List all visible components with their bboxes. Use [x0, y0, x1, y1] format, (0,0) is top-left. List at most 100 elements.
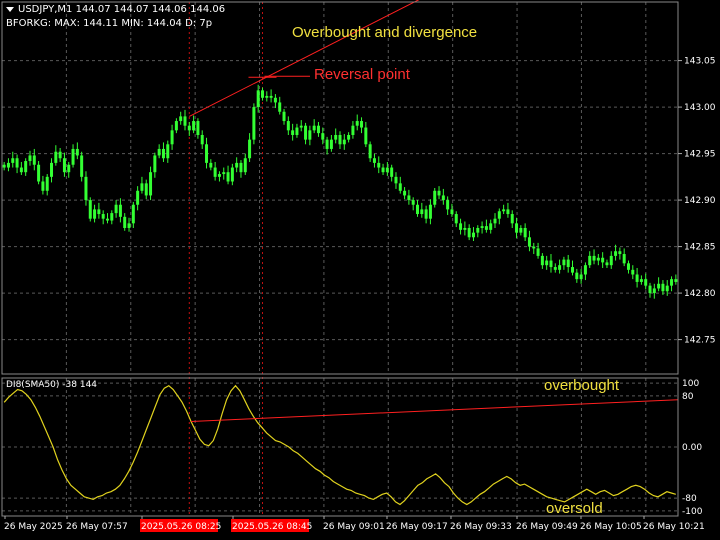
candle-body — [571, 267, 575, 273]
candle-body — [205, 144, 209, 163]
price-tick-label: 143.00 — [684, 103, 716, 113]
candle-body — [614, 251, 618, 256]
candle-body — [674, 279, 678, 282]
candle-body — [6, 162, 10, 168]
candle-body — [312, 125, 316, 131]
candle-body — [416, 204, 420, 215]
candle-body — [648, 285, 652, 294]
candle-body — [355, 121, 359, 126]
candle-body — [179, 116, 183, 122]
candle-body — [329, 139, 333, 149]
candle-body — [549, 260, 553, 268]
candle-body — [480, 226, 484, 228]
candle-body — [398, 183, 402, 191]
candle-body — [536, 248, 540, 256]
candle-body — [665, 285, 669, 292]
candle-body — [467, 227, 471, 238]
candle-body — [71, 148, 75, 165]
price-tick-label: 143.05 — [684, 57, 716, 67]
candle-body — [433, 190, 437, 205]
candle-body — [196, 121, 200, 135]
candle-body — [37, 164, 41, 182]
candle-body — [15, 158, 19, 168]
indicator-trend-line — [190, 399, 679, 422]
candle-body — [161, 148, 165, 159]
candle-body — [558, 265, 562, 270]
annotation-divergence: Overbought and divergence — [292, 24, 478, 41]
candle-body — [506, 209, 510, 215]
indicator-tick-label: -100 — [682, 507, 703, 517]
indicator-header: BFORKG: MAX: 144.11 MIN: 144.04 D: 7p — [6, 18, 213, 29]
price-trend-line — [189, 0, 420, 117]
candle-body — [170, 130, 174, 145]
candle-body — [226, 172, 230, 182]
candle-body — [476, 227, 480, 233]
candle-body — [127, 223, 131, 228]
candle-body — [282, 111, 286, 122]
candle-body — [248, 139, 252, 159]
candle-body — [32, 155, 36, 165]
candle-body — [58, 151, 62, 159]
candle-body — [183, 116, 187, 126]
candle-body — [308, 130, 312, 140]
time-tick-label: 26 May 10:05 — [580, 522, 642, 532]
candle-body — [540, 255, 544, 266]
candle-body — [368, 144, 372, 159]
candle-body — [110, 213, 114, 221]
candle-body — [583, 265, 587, 275]
candle-body — [463, 227, 467, 230]
candle-body — [295, 127, 299, 135]
price-tick-label: 142.80 — [684, 289, 716, 299]
candle-body — [575, 272, 579, 280]
candle-body — [2, 164, 6, 168]
candle-body — [316, 125, 320, 134]
candle-body — [622, 254, 626, 264]
symbol-header: USDJPY,M1 144.07 144.07 144.06 144.06 — [6, 4, 225, 15]
annotation-overbought: overbought — [544, 377, 620, 394]
candle-body — [411, 200, 415, 205]
candle-body — [105, 218, 109, 221]
candle-body — [420, 209, 424, 215]
candle-body — [484, 226, 488, 230]
time-tick-label: 26 May 09:33 — [450, 522, 512, 532]
candle-body — [562, 259, 566, 266]
annotation-reversal: Reversal point — [314, 66, 410, 83]
candle-body — [93, 209, 97, 219]
candle-body — [403, 190, 407, 196]
candle-body — [166, 144, 170, 159]
candles — [2, 84, 678, 299]
candle-body — [153, 155, 157, 173]
candle-body — [334, 134, 338, 140]
price-panel-frame — [1, 1, 679, 375]
candle-body — [123, 216, 127, 228]
candle-body — [291, 130, 295, 135]
candle-body — [523, 227, 527, 238]
candle-body — [390, 167, 394, 177]
candle-body — [144, 183, 148, 196]
candle-body — [652, 288, 656, 294]
candle-body — [661, 283, 665, 292]
indicator-tick-label: 100 — [682, 379, 699, 389]
candle-body — [644, 279, 648, 286]
candle-body — [428, 204, 432, 219]
candle-body — [515, 223, 519, 233]
candle-body — [342, 139, 346, 145]
candle-body — [493, 218, 497, 224]
candle-body — [635, 274, 639, 282]
candle-body — [50, 162, 54, 177]
candle-body — [532, 246, 536, 249]
candle-body — [209, 162, 213, 168]
candle-body — [304, 125, 308, 140]
candle-body — [510, 214, 514, 224]
candle-body — [174, 121, 178, 131]
price-tick-label: 142.95 — [684, 150, 716, 160]
candle-body — [217, 174, 221, 177]
candle-body — [101, 214, 105, 219]
candle-body — [338, 134, 342, 145]
collapse-triangle-icon[interactable] — [6, 7, 14, 12]
candle-body — [347, 134, 351, 140]
candle-body — [62, 158, 66, 173]
annotation-oversold: oversold — [546, 500, 603, 517]
candle-body — [299, 125, 303, 128]
candle-body — [545, 260, 549, 266]
